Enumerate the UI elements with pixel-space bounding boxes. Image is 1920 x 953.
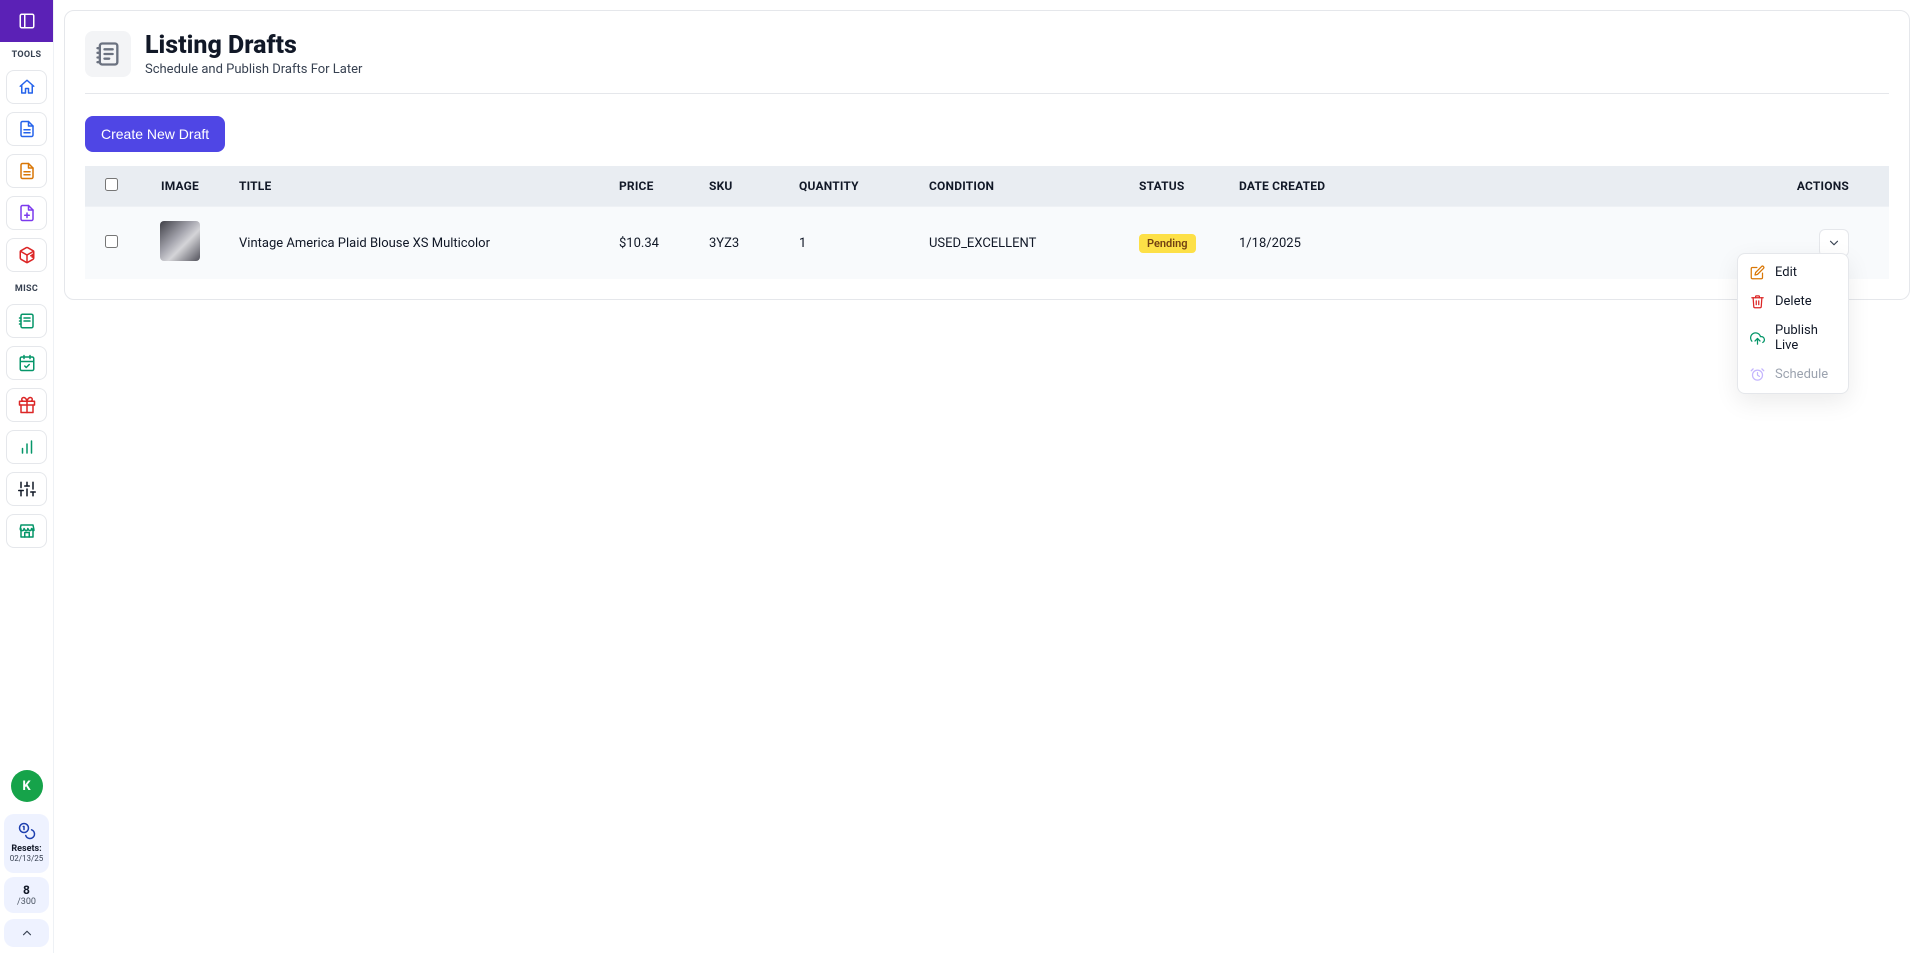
cell-sku: 3YZ3 <box>695 207 785 280</box>
usage-value: 8 <box>8 883 45 897</box>
store-icon <box>18 522 36 540</box>
clock-icon <box>1750 367 1765 382</box>
collapse-button[interactable] <box>4 919 49 947</box>
nav-notebook[interactable] <box>6 304 47 338</box>
section-label-misc: MISC <box>0 276 53 300</box>
chevron-up-icon <box>20 926 34 940</box>
trash-icon <box>1750 294 1765 309</box>
create-new-draft-button[interactable]: Create New Draft <box>85 116 225 152</box>
col-price: PRICE <box>605 166 695 207</box>
avatar-letter: K <box>22 779 30 794</box>
col-date-created: DATE CREATED <box>1225 166 1395 207</box>
file-plus-icon <box>18 204 36 222</box>
dropdown-publish-label: Publish Live <box>1775 323 1836 353</box>
product-thumbnail[interactable] <box>160 221 200 261</box>
col-select <box>85 166 135 207</box>
dropdown-schedule: Schedule <box>1738 360 1848 389</box>
usage-box: 8 /300 <box>4 877 49 913</box>
notebook-text-icon <box>94 40 122 68</box>
resets-box: Resets: 02/13/25 <box>4 814 49 873</box>
dropdown-delete[interactable]: Delete <box>1738 287 1848 316</box>
cell-quantity: 1 <box>785 207 915 280</box>
col-actions: ACTIONS <box>1395 166 1889 207</box>
nav-analytics[interactable] <box>6 430 47 464</box>
table-row: Vintage America Plaid Blouse XS Multicol… <box>85 207 1889 280</box>
cell-date-created: 1/18/2025 <box>1225 207 1395 280</box>
home-icon <box>18 78 36 96</box>
col-condition: CONDITION <box>915 166 1125 207</box>
upload-cloud-icon <box>1750 331 1765 346</box>
cell-price: $10.34 <box>605 207 695 280</box>
sliders-icon <box>18 480 36 498</box>
actions-dropdown: Edit Delete Publish Live <box>1737 253 1849 394</box>
section-label-tools: TOOLS <box>0 42 53 66</box>
nav-calendar[interactable] <box>6 346 47 380</box>
resets-date: 02/13/25 <box>8 854 45 863</box>
main-content: Listing Drafts Schedule and Publish Draf… <box>54 0 1920 953</box>
drafts-table: IMAGE TITLE PRICE SKU QUANTITY CONDITION… <box>85 166 1889 279</box>
dropdown-edit[interactable]: Edit <box>1738 258 1848 287</box>
edit-icon <box>1750 265 1765 280</box>
col-image: IMAGE <box>135 166 225 207</box>
cell-title: Vintage America Plaid Blouse XS Multicol… <box>225 207 605 280</box>
notebook-icon <box>18 312 36 330</box>
col-quantity: QUANTITY <box>785 166 915 207</box>
sidebar-toggle[interactable] <box>0 0 53 42</box>
nav-store[interactable] <box>6 514 47 548</box>
nav-package[interactable] <box>6 238 47 272</box>
status-badge: Pending <box>1139 234 1196 253</box>
select-all-checkbox[interactable] <box>105 178 118 191</box>
row-select-checkbox[interactable] <box>105 235 118 248</box>
col-sku: SKU <box>695 166 785 207</box>
file-text-icon <box>18 120 36 138</box>
dropdown-edit-label: Edit <box>1775 265 1797 280</box>
nav-gift[interactable] <box>6 388 47 422</box>
dropdown-schedule-label: Schedule <box>1775 367 1828 382</box>
dropdown-delete-label: Delete <box>1775 294 1812 309</box>
nav-drafts[interactable] <box>6 154 47 188</box>
col-status: STATUS <box>1125 166 1225 207</box>
nav-add-file[interactable] <box>6 196 47 230</box>
resets-label: Resets: <box>8 844 45 854</box>
chevron-down-icon <box>1827 236 1841 250</box>
gift-icon <box>18 396 36 414</box>
cell-condition: USED_EXCELLENT <box>915 207 1125 280</box>
page-subtitle: Schedule and Publish Drafts For Later <box>145 62 362 77</box>
dropdown-publish[interactable]: Publish Live <box>1738 316 1848 360</box>
calendar-check-icon <box>18 354 36 372</box>
sidebar: TOOLS MISC K Resets: 02/13/25 <box>0 0 54 953</box>
nav-home[interactable] <box>6 70 47 104</box>
coins-icon <box>18 822 36 840</box>
nav-document[interactable] <box>6 112 47 146</box>
drafts-table-wrap: IMAGE TITLE PRICE SKU QUANTITY CONDITION… <box>85 166 1889 279</box>
package-plus-icon <box>18 246 36 264</box>
file-warning-icon <box>18 162 36 180</box>
page-card: Listing Drafts Schedule and Publish Draf… <box>64 10 1910 300</box>
col-title: TITLE <box>225 166 605 207</box>
page-title: Listing Drafts <box>145 31 362 60</box>
panel-left-icon <box>18 12 36 30</box>
page-header: Listing Drafts Schedule and Publish Draf… <box>85 31 1889 94</box>
usage-total: /300 <box>8 897 45 907</box>
nav-settings[interactable] <box>6 472 47 506</box>
bar-chart-icon <box>18 438 36 456</box>
user-avatar[interactable]: K <box>11 770 43 802</box>
page-icon <box>85 31 131 77</box>
